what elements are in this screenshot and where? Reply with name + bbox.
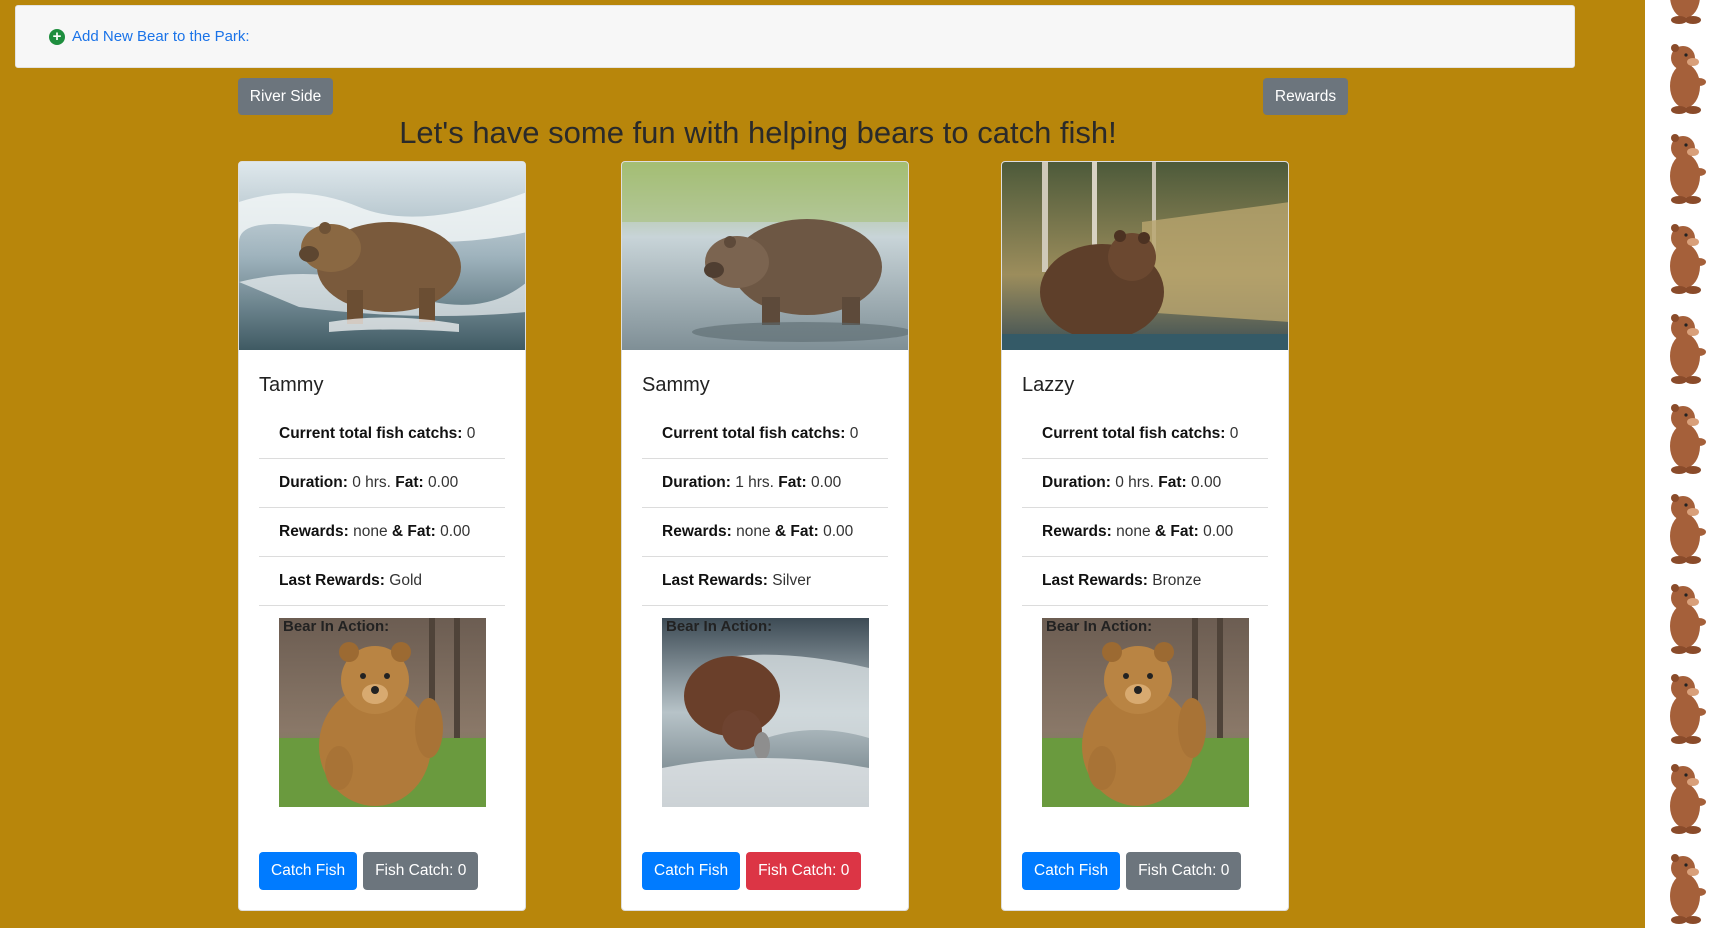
last-rewards-value: Gold (389, 572, 423, 589)
rewards-label: Rewards: (662, 523, 732, 540)
last-rewards-value: Silver (772, 572, 812, 589)
duration-label: Duration: (662, 474, 731, 491)
river-side-button[interactable]: River Side (238, 78, 333, 115)
last-rewards-label: Last Rewards: (279, 572, 385, 589)
add-bear-label: Add New Bear to the Park: (72, 28, 250, 45)
bear-action-image: Bear In Action: (1042, 618, 1249, 807)
bear-cartoon-icon (1670, 404, 1706, 474)
fat-value: 0.00 (811, 474, 842, 491)
total-catch-row: Current total fish catchs: 0 (259, 410, 505, 459)
total-catch-label: Current total fish catchs: (1042, 425, 1226, 442)
reward-fat-label: & Fat: (1154, 523, 1199, 540)
bear-cartoon-icon (1670, 224, 1706, 294)
add-bear-link[interactable]: + Add New Bear to the Park: (49, 28, 250, 45)
total-catch-row: Current total fish catchs: 0 (642, 410, 888, 459)
rewards-button[interactable]: Rewards (1263, 78, 1348, 115)
bear-cartoon-icon (1670, 764, 1706, 834)
duration-value: 0 (352, 474, 361, 491)
last-rewards-row: Last Rewards: Bronze (1022, 557, 1268, 606)
last-rewards-row: Last Rewards: Silver (642, 557, 888, 606)
rewards-value: none (736, 523, 771, 540)
fish-catch-button[interactable]: Fish Catch: 0 (1126, 852, 1242, 890)
bear-photo (622, 162, 908, 350)
bear-action-label: Bear In Action: (283, 618, 390, 635)
fat-value: 0.00 (428, 474, 459, 491)
last-rewards-value: Bronze (1152, 572, 1202, 589)
catch-fish-button[interactable]: Catch Fish (259, 852, 358, 890)
bear-cartoon-icon (1670, 674, 1706, 744)
bear-cartoon-icon (1670, 494, 1706, 564)
total-catch-label: Current total fish catchs: (662, 425, 846, 442)
catch-fish-button[interactable]: Catch Fish (642, 852, 741, 890)
bear-cartoon-icon (1670, 44, 1706, 114)
rewards-row: Rewards: none & Fat: 0.00 (642, 508, 888, 557)
rewards-value: none (353, 523, 388, 540)
catch-fish-button[interactable]: Catch Fish (1022, 852, 1121, 890)
fat-label: Fat: (1158, 474, 1187, 491)
plus-circle-icon: + (49, 28, 65, 45)
bear-photo (239, 162, 525, 350)
page-title: Let's have some fun with helping bears t… (399, 115, 1117, 150)
rewards-label: Rewards: (1042, 523, 1112, 540)
duration-row: Duration: 0 hrs. Fat: 0.00 (1022, 459, 1268, 508)
reward-fat-label: & Fat: (774, 523, 819, 540)
bear-cartoon-icon (1670, 584, 1706, 654)
duration-value: 1 (735, 474, 744, 491)
side-decoration (1645, 0, 1717, 928)
duration-row: Duration: 0 hrs. Fat: 0.00 (259, 459, 505, 508)
bear-name: Sammy (642, 374, 710, 396)
total-catch-label: Current total fish catchs: (279, 425, 463, 442)
add-bear-bar: + Add New Bear to the Park: (15, 5, 1575, 68)
reward-fat-value: 0.00 (440, 523, 471, 540)
bear-action-label: Bear In Action: (666, 618, 773, 635)
last-rewards-label: Last Rewards: (1042, 572, 1148, 589)
fish-catch-button[interactable]: Fish Catch: 0 (363, 852, 479, 890)
duration-row: Duration: 1 hrs. Fat: 0.00 (642, 459, 888, 508)
bear-name: Tammy (259, 374, 324, 396)
total-catch-value: 0 (466, 425, 476, 442)
hrs-unit: hrs. (748, 474, 774, 491)
reward-fat-value: 0.00 (1203, 523, 1234, 540)
total-catch-value: 0 (849, 425, 859, 442)
bear-card: Tammy Current total fish catchs: 0 Durat… (238, 161, 526, 911)
reward-fat-label: & Fat: (391, 523, 436, 540)
bear-photo (1002, 162, 1288, 350)
fat-label: Fat: (395, 474, 424, 491)
rewards-row: Rewards: none & Fat: 0.00 (1022, 508, 1268, 557)
duration-label: Duration: (279, 474, 348, 491)
bear-action-image: Bear In Action: (662, 618, 869, 807)
bear-cartoon-icon (1670, 314, 1706, 384)
total-catch-row: Current total fish catchs: 0 (1022, 410, 1268, 459)
hrs-unit: hrs. (365, 474, 391, 491)
bear-action-label: Bear In Action: (1046, 618, 1153, 635)
bear-cartoon-icon (1670, 134, 1706, 204)
bear-cartoon-icon (1670, 0, 1706, 24)
rewards-label: Rewards: (279, 523, 349, 540)
duration-label: Duration: (1042, 474, 1111, 491)
total-catch-value: 0 (1229, 425, 1239, 442)
rewards-row: Rewards: none & Fat: 0.00 (259, 508, 505, 557)
fish-catch-button[interactable]: Fish Catch: 0 (746, 852, 862, 890)
bear-card: Lazzy Current total fish catchs: 0 Durat… (1001, 161, 1289, 911)
fat-label: Fat: (778, 474, 807, 491)
reward-fat-value: 0.00 (823, 523, 854, 540)
bear-cartoon-icon (1670, 854, 1706, 924)
bear-name: Lazzy (1022, 374, 1075, 396)
fat-value: 0.00 (1191, 474, 1222, 491)
bear-card: Sammy Current total fish catchs: 0 Durat… (621, 161, 909, 911)
last-rewards-label: Last Rewards: (662, 572, 768, 589)
bear-action-image: Bear In Action: (279, 618, 486, 807)
rewards-value: none (1116, 523, 1151, 540)
last-rewards-row: Last Rewards: Gold (259, 557, 505, 606)
hrs-unit: hrs. (1128, 474, 1154, 491)
duration-value: 0 (1115, 474, 1124, 491)
